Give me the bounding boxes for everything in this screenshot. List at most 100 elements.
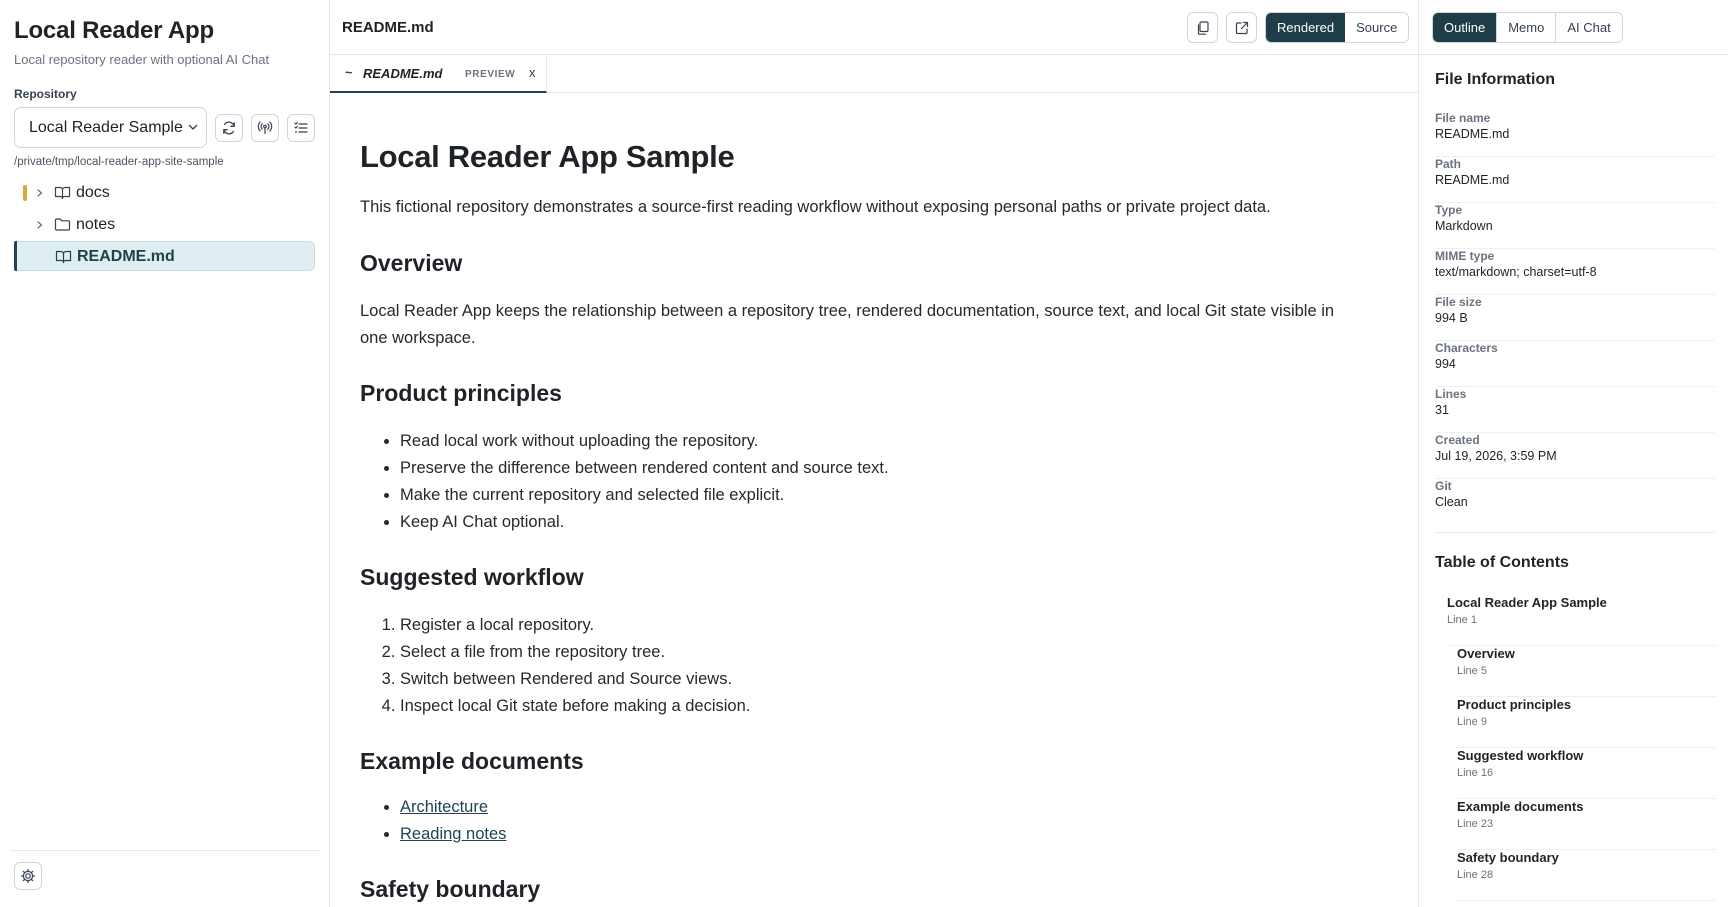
broadcast-icon: [257, 121, 273, 135]
main-header: README.md Rendered Source: [330, 0, 1418, 55]
doc-heading-overview: Overview: [360, 250, 463, 276]
repository-select-value: Local Reader Sample: [29, 118, 183, 136]
tab-memo[interactable]: Memo: [1497, 13, 1557, 42]
refresh-icon: [223, 121, 235, 135]
watch-button[interactable]: [251, 114, 279, 142]
info-row-characters: Characters 994: [1435, 341, 1715, 387]
chevron-down-icon: [188, 124, 198, 130]
doc-heading-workflow: Suggested workflow: [360, 564, 584, 590]
info-row-git: Git Clean: [1435, 479, 1715, 525]
external-link-icon: [1235, 21, 1248, 34]
tree-item-readme[interactable]: README.md: [14, 241, 315, 271]
list-item: Read local work without uploading the re…: [400, 428, 889, 455]
chevron-right-icon[interactable]: [35, 188, 44, 198]
toc-item-overview[interactable]: Overview Line 5: [1457, 646, 1717, 697]
rendered-view-button[interactable]: Rendered: [1266, 13, 1346, 42]
source-view-button[interactable]: Source: [1345, 13, 1409, 42]
architecture-link[interactable]: Architecture: [400, 798, 488, 816]
toc-item-local-reader-app-sample[interactable]: Local Reader App Sample Line 1: [1447, 595, 1717, 646]
git-status-marker: [23, 185, 27, 201]
repository-path: /private/tmp/local-reader-app-site-sampl…: [14, 156, 224, 168]
info-row-type: Type Markdown: [1435, 203, 1715, 249]
app-title: Local Reader App: [14, 17, 214, 44]
list-item: Reading notes: [400, 821, 506, 848]
tab-readme[interactable]: ~ README.md PREVIEW x: [330, 55, 547, 93]
info-row-path: Path README.md: [1435, 157, 1715, 203]
sidebar-footer-divider: [10, 850, 320, 851]
toc-item-title: Product principles: [1457, 697, 1572, 712]
info-value: 31: [1435, 403, 1449, 417]
doc-heading-safety: Safety boundary: [360, 876, 541, 902]
chevron-right-icon[interactable]: [35, 220, 44, 230]
tab-label: README.md: [363, 66, 443, 81]
info-label: Path: [1435, 157, 1462, 171]
info-value: Clean: [1435, 495, 1468, 509]
tab-strip: ~ README.md PREVIEW x: [330, 55, 1418, 93]
tab-close-button[interactable]: x: [529, 65, 536, 80]
list-item: Preserve the difference between rendered…: [400, 455, 889, 482]
info-value: 994: [1435, 357, 1456, 371]
list-item: Switch between Rendered and Source views…: [400, 666, 750, 693]
info-value: README.md: [1435, 127, 1510, 141]
toc-item-title: Local Reader App Sample: [1447, 595, 1607, 610]
info-value: Jul 19, 2026, 3:59 PM: [1435, 449, 1557, 463]
toc-item-title: Suggested workflow: [1457, 748, 1584, 763]
book-icon: [55, 250, 72, 264]
toc-item-line: Line 5: [1457, 665, 1487, 677]
selected-marker: [14, 241, 17, 271]
file-title: README.md: [342, 19, 434, 36]
file-information-title: File Information: [1435, 71, 1555, 88]
info-row-mime-type: MIME type text/markdown; charset=utf-8: [1435, 249, 1715, 295]
doc-heading-examples: Example documents: [360, 748, 584, 774]
right-panel-tabs: Outline Memo AI Chat: [1432, 12, 1623, 43]
sidebar: Local Reader App Local repository reader…: [0, 0, 330, 907]
tree-item-label: README.md: [77, 248, 175, 265]
tree-item-label: notes: [76, 216, 116, 233]
toc-item-example-documents[interactable]: Example documents Line 23: [1457, 799, 1717, 850]
tree-item-notes[interactable]: notes: [14, 210, 315, 240]
toc-item-line: Line 23: [1457, 818, 1494, 830]
principles-list: Read local work without uploading the re…: [400, 428, 889, 536]
tree-item-label: docs: [76, 184, 110, 201]
toc-item-line: Line 28: [1457, 869, 1494, 881]
main-panel: README.md Rendered Source ~ README.md PR…: [330, 0, 1418, 907]
repository-select[interactable]: Local Reader Sample: [14, 107, 207, 148]
info-label: Lines: [1435, 387, 1467, 401]
toc-item-line: Line 9: [1457, 716, 1487, 728]
view-mode-toggle: Rendered Source: [1265, 12, 1410, 43]
gear-icon: [20, 868, 36, 884]
open-external-button[interactable]: [1226, 12, 1257, 43]
toc-item-title: Safety boundary: [1457, 850, 1559, 865]
section-divider: [1435, 532, 1715, 533]
tree-item-docs[interactable]: docs: [14, 178, 315, 208]
tab-outline[interactable]: Outline: [1433, 13, 1498, 42]
copy-button[interactable]: [1187, 12, 1218, 43]
examples-list: Architecture Reading notes: [400, 794, 506, 848]
outline-list-button[interactable]: [287, 114, 315, 142]
info-row-file-name: File name README.md: [1435, 111, 1715, 157]
copy-icon: [1197, 20, 1209, 35]
toc-item-safety-boundary[interactable]: Safety boundary Line 28: [1457, 850, 1717, 901]
list-item: Architecture: [400, 794, 506, 821]
right-panel: Outline Memo AI Chat File Information Fi…: [1418, 0, 1728, 907]
toc-item-line: Line 16: [1457, 767, 1494, 779]
toc-item-product-principles[interactable]: Product principles Line 9: [1457, 697, 1717, 748]
toc-item-title: Overview: [1457, 646, 1515, 661]
list-icon: [294, 121, 308, 133]
info-value: text/markdown; charset=utf-8: [1435, 265, 1597, 279]
info-label: Characters: [1435, 341, 1498, 355]
workflow-list: Register a local repository. Select a fi…: [400, 612, 750, 720]
toc-item-suggested-workflow[interactable]: Suggested workflow Line 16: [1457, 748, 1717, 799]
reading-notes-link[interactable]: Reading notes: [400, 825, 506, 843]
refresh-button[interactable]: [215, 114, 243, 142]
tab-kind-badge: PREVIEW: [465, 69, 516, 80]
list-item: Keep AI Chat optional.: [400, 509, 889, 536]
info-value: 994 B: [1435, 311, 1468, 325]
list-item: Inspect local Git state before making a …: [400, 693, 750, 720]
settings-button[interactable]: [14, 862, 42, 890]
doc-intro: This fictional repository demonstrates a…: [360, 198, 1271, 216]
info-label: File name: [1435, 111, 1491, 125]
info-label: Type: [1435, 203, 1463, 217]
tab-ai-chat[interactable]: AI Chat: [1556, 13, 1622, 42]
book-icon: [54, 186, 71, 200]
